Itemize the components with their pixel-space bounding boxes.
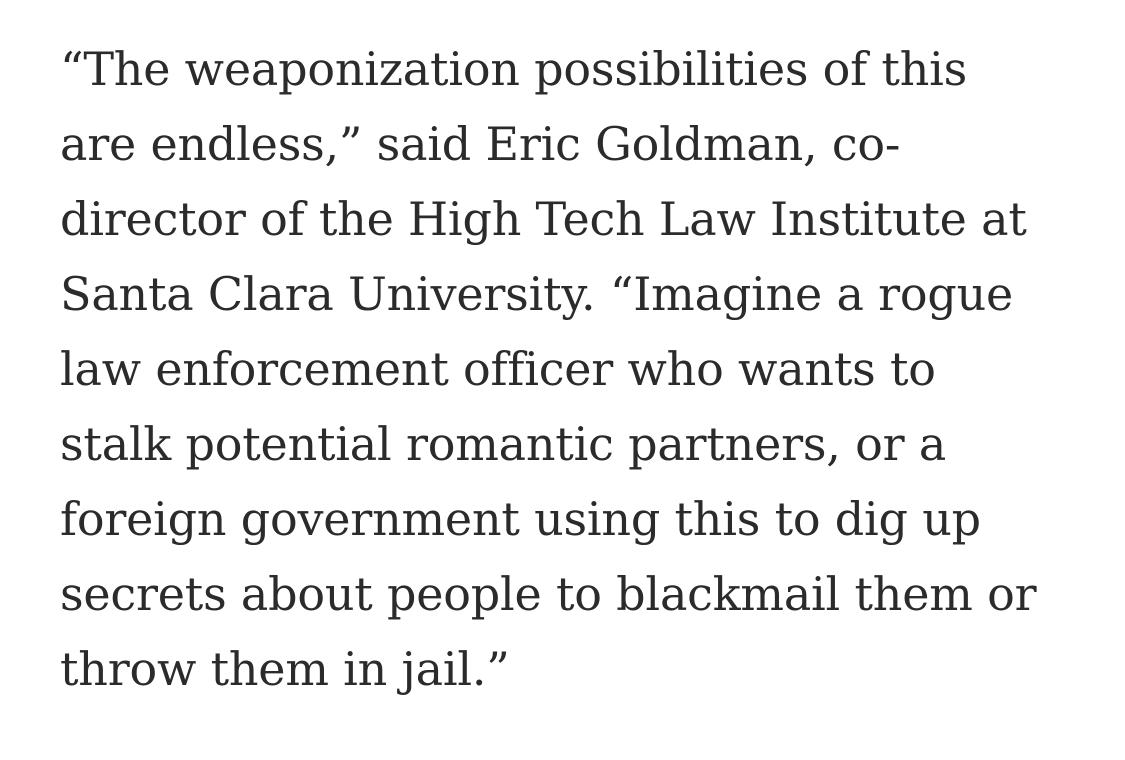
article-body: “The weaponization possibilities of this… bbox=[60, 32, 1100, 707]
paragraph-line: foreign government using this to dig up bbox=[60, 492, 981, 546]
paragraph-line: “The weaponization possibilities of this bbox=[60, 42, 968, 96]
paragraph-line: Santa Clara University. “Imagine a rogue bbox=[60, 267, 1014, 321]
paragraph-line: stalk potential romantic partners, or a bbox=[60, 417, 947, 471]
paragraph-line: law enforcement officer who wants to bbox=[60, 342, 936, 396]
paragraph-line: are endless,” said Eric Goldman, co- bbox=[60, 117, 901, 171]
quote-paragraph: “The weaponization possibilities of this… bbox=[60, 32, 1100, 707]
paragraph-line: secrets about people to blackmail them o… bbox=[60, 567, 1037, 621]
paragraph-line: throw them in jail.” bbox=[60, 642, 510, 696]
paragraph-line: director of the High Tech Law Institute … bbox=[60, 192, 1027, 246]
